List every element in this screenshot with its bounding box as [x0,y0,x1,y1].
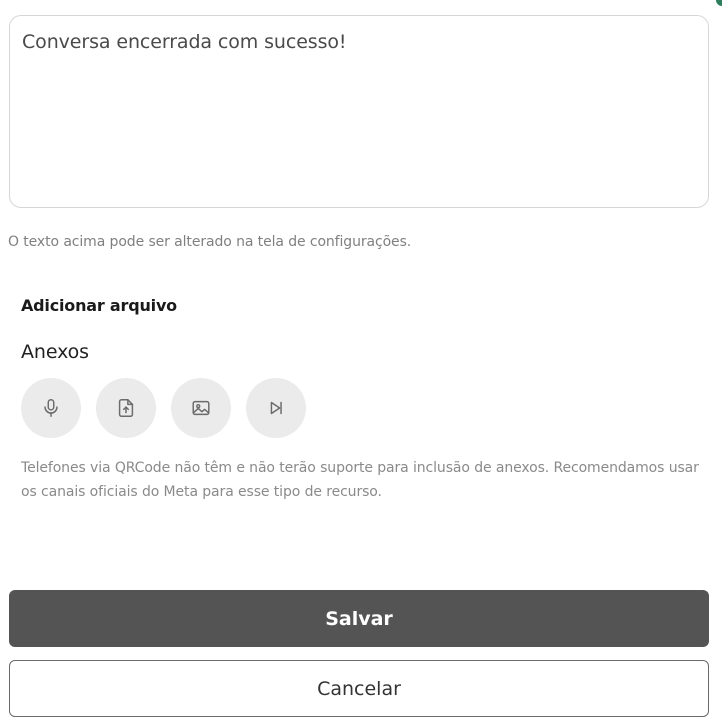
save-button[interactable]: Salvar [9,590,709,647]
corner-accent [716,0,722,6]
attachments-label: Anexos [21,341,89,363]
image-attach-button[interactable] [171,378,231,438]
file-upload-icon [118,399,134,417]
cancel-button[interactable]: Cancelar [9,660,709,717]
message-text[interactable]: Conversa encerrada com sucesso! [22,31,696,53]
audio-attach-button[interactable] [21,378,81,438]
video-attach-button[interactable] [246,378,306,438]
message-textarea[interactable]: Conversa encerrada com sucesso! [9,15,709,208]
add-file-title: Adicionar arquivo [21,296,177,315]
image-icon [192,400,210,416]
video-icon [270,401,282,415]
helper-text: O texto acima pode ser alterado na tela … [8,234,412,250]
microphone-icon [44,399,58,417]
attachments-notice: Telefones via QRCode não têm e não terão… [21,460,699,500]
file-attach-button[interactable] [96,378,156,438]
